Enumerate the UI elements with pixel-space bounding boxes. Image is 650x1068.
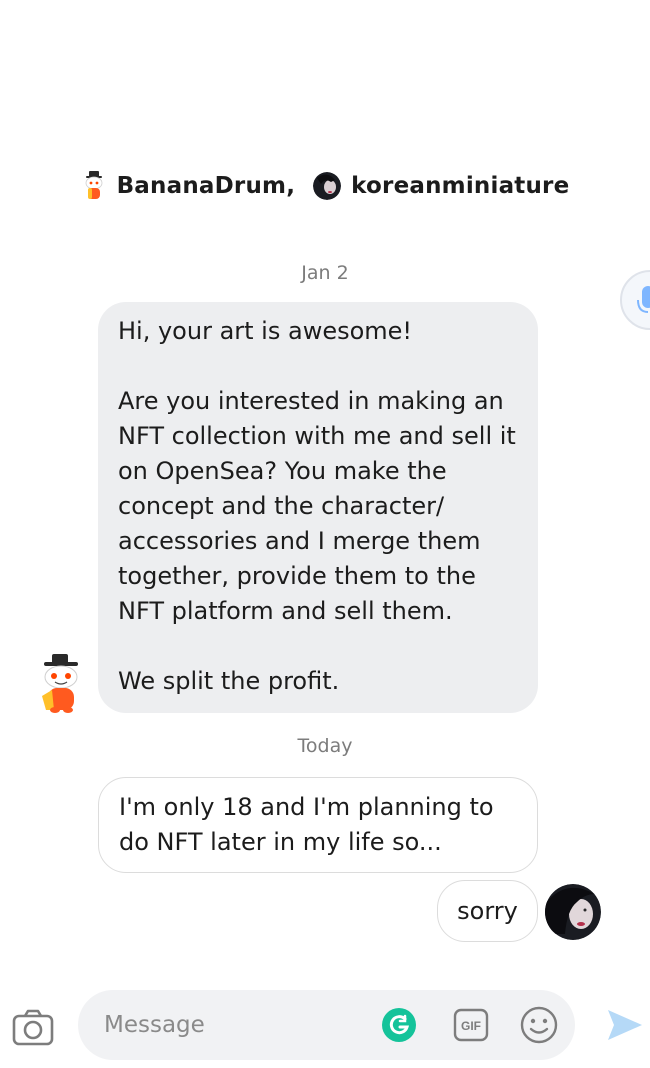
message-composer: GIF: [0, 990, 650, 1062]
message-input-container[interactable]: GIF: [78, 990, 575, 1060]
snoo-avatar-icon: [85, 171, 102, 199]
sender-snoo-avatar-icon: [42, 654, 78, 713]
camera-icon[interactable]: [12, 1008, 54, 1046]
message-bubble-received[interactable]: Hi, your art is awesome! Are you interes…: [98, 302, 538, 713]
participant-koreanminiature[interactable]: koreanminiature: [313, 172, 569, 200]
message-bubble-sent[interactable]: sorry: [437, 880, 538, 942]
microphone-icon: [637, 286, 650, 313]
participant-bananadrum[interactable]: BananaDrum,: [81, 171, 296, 201]
grammarly-icon[interactable]: [382, 1008, 416, 1042]
user-photo-avatar-icon: [545, 884, 601, 940]
chat-header: BananaDrum, koreanminiature: [0, 168, 650, 204]
message-bubble-sent[interactable]: I'm only 18 and I'm planning to do NFT l…: [98, 777, 538, 873]
date-separator: Jan 2: [301, 262, 349, 284]
participant-name: BananaDrum,: [116, 173, 296, 199]
date-separator: Today: [297, 735, 353, 757]
emoji-icon[interactable]: [520, 1006, 558, 1044]
chat-screen: BananaDrum, koreanminiature Jan 2 Hi, yo…: [0, 0, 650, 1068]
participant-name: koreanminiature: [351, 173, 570, 199]
gif-label: GIF: [461, 1019, 481, 1033]
gif-icon[interactable]: GIF: [453, 1008, 489, 1042]
photo-avatar-icon: [313, 172, 342, 200]
message-input[interactable]: [104, 990, 374, 1060]
send-icon[interactable]: [606, 1008, 644, 1042]
